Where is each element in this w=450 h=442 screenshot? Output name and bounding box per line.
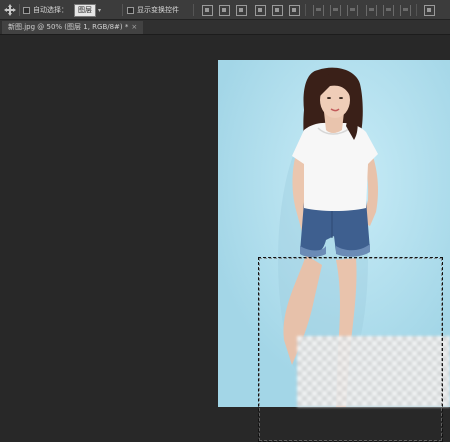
canvas-area[interactable] [0,35,450,442]
distribute-horizontal-center-icon[interactable] [383,0,394,20]
options-bar: 自动选择： 图层 ▾ 显示变换控件 [0,0,450,20]
align-bottom-icon[interactable] [236,0,247,20]
align-left-icon[interactable] [255,0,266,20]
auto-select-checkbox[interactable] [23,0,30,20]
distribute-bottom-icon[interactable] [347,0,358,20]
auto-select-label: 自动选择： [33,6,68,14]
distribute-left-icon[interactable] [366,0,377,20]
auto-select-value: 图层 [74,3,96,17]
align-vertical-center-icon[interactable] [219,0,230,20]
align-right-icon[interactable] [289,0,300,20]
close-icon[interactable]: × [131,23,137,31]
distribute-vertical-center-icon[interactable] [330,0,341,20]
document-tab[interactable]: 新图.jpg @ 50% (图层 1, RGB/8#) * × [2,21,144,34]
document-tab-title: 新图.jpg @ 50% (图层 1, RGB/8#) * [8,23,129,31]
marquee-selection[interactable] [258,257,443,442]
move-tool-icon[interactable] [4,0,16,20]
chevron-down-icon: ▾ [98,6,102,14]
document-tab-bar: 新图.jpg @ 50% (图层 1, RGB/8#) * × [0,20,450,35]
auto-align-layers-icon[interactable] [424,0,435,20]
show-transform-label: 显示变换控件 [137,6,179,14]
align-horizontal-center-icon[interactable] [272,0,283,20]
show-transform-checkbox[interactable] [127,0,134,20]
distribute-top-icon[interactable] [313,0,324,20]
distribute-right-icon[interactable] [400,0,411,20]
align-top-icon[interactable] [202,0,213,20]
auto-select-dropdown[interactable]: 图层 ▾ [74,0,101,20]
